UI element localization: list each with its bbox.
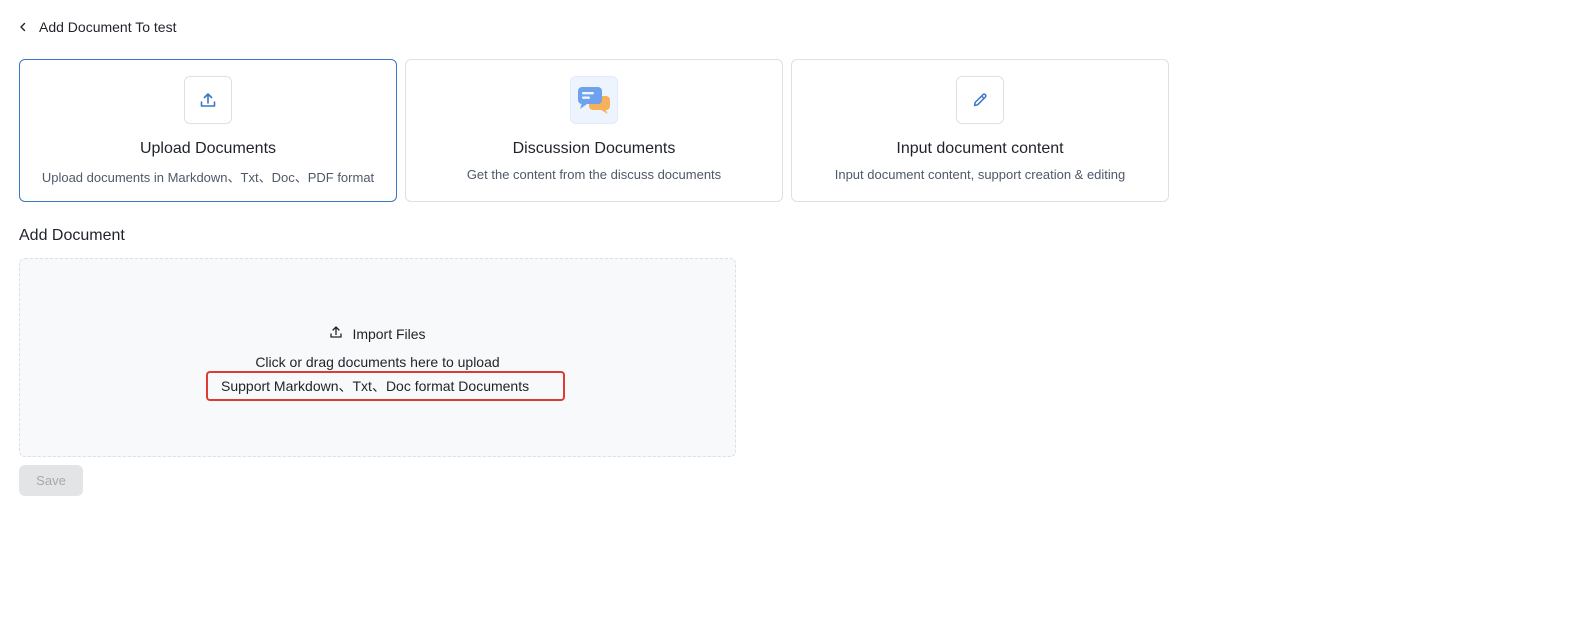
input-document-content-card[interactable]: Input document content Input document co… [791, 59, 1169, 202]
document-source-options: Upload Documents Upload documents in Mar… [19, 59, 1169, 202]
file-dropzone[interactable]: Import Files Click or drag documents her… [19, 258, 736, 457]
discussion-documents-card[interactable]: Discussion Documents Get the content fro… [405, 59, 783, 202]
supported-formats-note: Support Markdown、Txt、Doc format Document… [206, 371, 565, 401]
card-description: Input document content, support creation… [834, 167, 1126, 182]
upload-hint: Click or drag documents here to upload [255, 354, 500, 370]
import-files-button[interactable]: Import Files [20, 325, 735, 342]
save-button[interactable]: Save [19, 465, 83, 496]
chevron-left-icon [19, 21, 29, 33]
section-title: Add Document [19, 227, 125, 244]
pencil-icon [956, 76, 1004, 124]
card-title: Upload Documents [139, 140, 277, 157]
upload-icon [184, 76, 232, 124]
import-files-label: Import Files [352, 325, 426, 342]
card-title: Input document content [896, 140, 1064, 157]
card-description: Get the content from the discuss documen… [466, 167, 722, 182]
upload-documents-card[interactable]: Upload Documents Upload documents in Mar… [19, 59, 397, 202]
back-link[interactable]: Add Document To test [19, 17, 176, 37]
chat-bubbles-icon [570, 76, 618, 124]
card-title: Discussion Documents [512, 140, 676, 157]
page-title: Add Document To test [39, 19, 177, 35]
add-document-page: Add Document To test Upload Documents Up… [0, 0, 1575, 618]
card-description: Upload documents in Markdown、Txt、Doc、PDF… [41, 170, 375, 185]
upload-icon [329, 325, 343, 342]
